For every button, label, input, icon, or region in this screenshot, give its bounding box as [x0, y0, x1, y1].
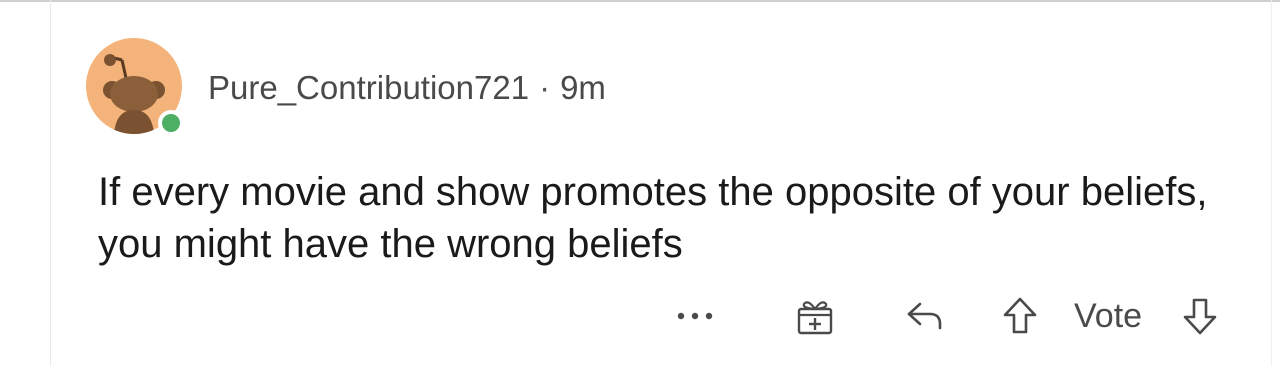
gift-award-icon — [797, 301, 833, 335]
comment-action-bar: Vote — [660, 288, 1260, 344]
thread-line — [50, 0, 51, 366]
upvote-arrow-icon — [1003, 297, 1037, 334]
comment-header: Pure_Contribution721 · 9m — [208, 68, 606, 108]
comment-text: If every movie and show promotes the opp… — [98, 170, 1208, 266]
more-options-button[interactable] — [670, 288, 720, 344]
downvote-button[interactable] — [1180, 288, 1220, 344]
comment-age: 9m — [560, 69, 606, 106]
award-button[interactable] — [790, 288, 840, 344]
reply-button[interactable] — [900, 288, 950, 344]
online-status-indicator — [158, 110, 184, 136]
upvote-button[interactable] — [1000, 288, 1040, 344]
reply-arrow-icon — [907, 302, 942, 330]
meta-separator: · — [539, 69, 551, 106]
comment-card: Pure_Contribution721 · 9m If every movie a… — [0, 0, 1280, 366]
username-link[interactable]: Pure_Contribution721 — [208, 69, 529, 106]
top-divider — [0, 0, 1280, 2]
downvote-arrow-icon — [1183, 298, 1217, 335]
right-divider — [1271, 0, 1272, 366]
more-horizontal-icon — [677, 312, 713, 320]
vote-label: Vote — [1074, 297, 1143, 335]
